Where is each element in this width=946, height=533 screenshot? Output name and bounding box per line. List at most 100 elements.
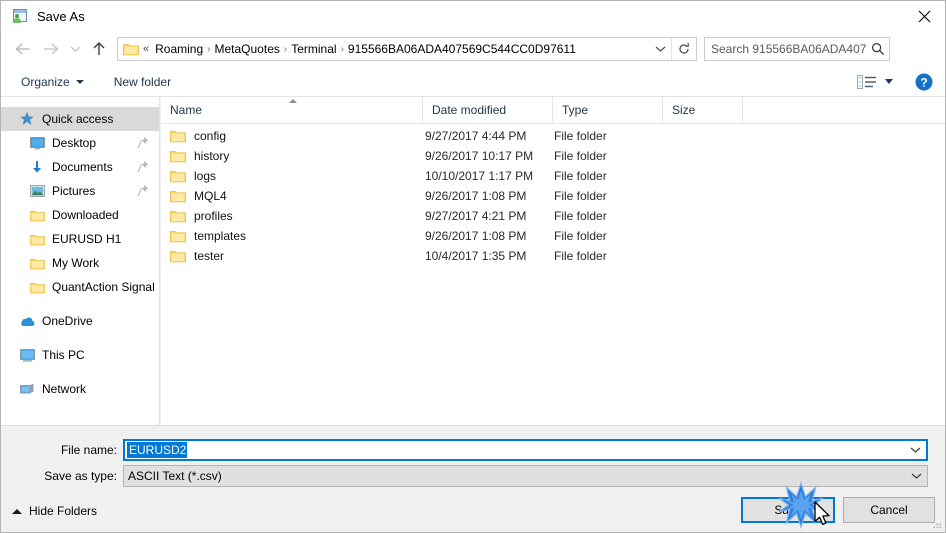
save-as-type-dropdown-button[interactable] [905, 466, 927, 486]
sidebar-item-downloaded[interactable]: Downloaded [1, 203, 159, 227]
table-row[interactable]: MQL4 9/26/2017 1:08 PM File folder [161, 186, 945, 206]
sidebar-item-my-work[interactable]: My Work [1, 251, 159, 275]
file-name-label: tester [194, 249, 225, 263]
sidebar-item-quantaction-signal[interactable]: QuantAction Signal [1, 275, 159, 299]
file-name-input[interactable]: EURUSD2 [123, 439, 928, 461]
file-name-cell: tester [161, 249, 423, 263]
save-button-label: Save [774, 503, 802, 517]
file-date-cell: 9/27/2017 4:44 PM [425, 129, 527, 143]
save-as-type-select[interactable]: ASCII Text (*.csv) [123, 465, 928, 487]
file-name-label: File name: [60, 443, 117, 457]
sidebar-item-network[interactable]: Network [1, 377, 159, 401]
pin-icon[interactable] [137, 136, 149, 149]
file-type-cell: File folder [554, 149, 607, 163]
refresh-icon [679, 43, 689, 54]
table-row[interactable]: tester 10/4/2017 1:35 PM File folder [161, 246, 945, 266]
close-icon [918, 10, 930, 22]
file-name-cell: templates [161, 229, 423, 243]
table-row[interactable]: templates 9/26/2017 1:08 PM File folder [161, 226, 945, 246]
command-bar-right: ? [857, 73, 933, 91]
file-date-cell: 10/4/2017 1:35 PM [425, 249, 527, 263]
sidebar-item-label: This PC [42, 348, 85, 362]
refresh-button[interactable] [671, 38, 696, 60]
folder-icon [170, 151, 186, 163]
sidebar-item-pictures[interactable]: Pictures [1, 179, 159, 203]
up-arrow-icon [93, 42, 105, 55]
folder-icon [170, 171, 186, 183]
breadcrumb-roaming[interactable]: Roaming [152, 42, 206, 56]
breadcrumb-terminal[interactable]: Terminal [288, 42, 339, 56]
search-box[interactable]: Search 915566BA06ADA40756... [704, 37, 890, 61]
desktop-icon [29, 135, 45, 151]
save-as-dialog: Save As « Roaming › MetaQuotes › Termina… [0, 0, 946, 533]
address-prefix: « [143, 43, 150, 55]
back-button[interactable] [9, 35, 37, 63]
sidebar-item-this-pc[interactable]: This PC [1, 343, 159, 367]
column-header-date-modified[interactable]: Date modified [423, 97, 553, 123]
sidebar-item-label: Network [42, 382, 87, 396]
breadcrumb-terminal-id[interactable]: 915566BA06ADA407569C544CC0D97611 [345, 42, 579, 56]
sidebar-item-eurusd-h1[interactable]: EURUSD H1 [1, 227, 159, 251]
address-dropdown-button[interactable] [649, 38, 671, 60]
table-row[interactable]: history 9/26/2017 10:17 PM File folder [161, 146, 945, 166]
folder-icon [29, 231, 45, 247]
resize-grip-icon[interactable] [931, 518, 943, 530]
sidebar-item-documents[interactable]: Documents [1, 155, 159, 179]
sidebar-item-onedrive[interactable]: OneDrive [1, 309, 159, 333]
command-bar: Organize New folder ? [1, 67, 945, 97]
sidebar-item-quick-access[interactable]: Quick access [1, 107, 159, 131]
column-header-name[interactable]: Name [161, 97, 423, 123]
file-name-cell: logs [161, 169, 423, 183]
hide-folders-button[interactable]: Hide Folders [12, 504, 97, 518]
new-folder-button[interactable]: New folder [108, 71, 177, 93]
save-button[interactable]: Save [741, 497, 835, 523]
address-bar[interactable]: « Roaming › MetaQuotes › Terminal › 9155… [117, 37, 697, 61]
search-input[interactable]: Search 915566BA06ADA40756... [705, 42, 867, 56]
folder-icon [29, 279, 45, 295]
column-header-type[interactable]: Type [553, 97, 663, 123]
file-name-label: logs [194, 169, 217, 183]
table-row[interactable]: config 9/27/2017 4:44 PM File folder [161, 126, 945, 146]
chevron-down-icon [911, 473, 921, 479]
file-date-cell: 9/26/2017 1:08 PM [425, 189, 527, 203]
up-button[interactable] [85, 35, 113, 63]
cancel-button[interactable]: Cancel [843, 497, 935, 523]
column-header-size[interactable]: Size [663, 97, 743, 123]
file-name-cell: config [161, 129, 423, 143]
close-button[interactable] [901, 1, 945, 31]
save-as-icon [12, 8, 28, 24]
breadcrumb-metaquotes[interactable]: MetaQuotes [212, 42, 283, 56]
file-name-value[interactable]: EURUSD2 [127, 442, 188, 458]
help-icon[interactable]: ? [915, 73, 933, 91]
pin-icon[interactable] [137, 184, 149, 197]
column-header-date-label: Date modified [432, 103, 507, 117]
table-row[interactable]: profiles 9/27/2017 4:21 PM File folder [161, 206, 945, 226]
save-as-type-label: Save as type: [44, 469, 117, 483]
new-folder-label: New folder [113, 74, 172, 89]
pin-icon[interactable] [137, 160, 149, 173]
file-type-cell: File folder [554, 229, 607, 243]
sidebar-item-desktop[interactable]: Desktop [1, 131, 159, 155]
organize-button[interactable]: Organize [15, 71, 90, 93]
sidebar-item-label: Downloaded [52, 208, 119, 222]
folder-icon [170, 131, 186, 143]
file-name-row: File name: EURUSD2 [1, 439, 928, 461]
file-name-cell: MQL4 [161, 189, 423, 203]
file-name-dropdown-button[interactable] [904, 440, 926, 460]
dialog-footer: File name: EURUSD2 Save as type: ASCII T… [1, 425, 945, 532]
table-row[interactable]: logs 10/10/2017 1:17 PM File folder [161, 166, 945, 186]
onedrive-icon [19, 313, 35, 329]
recent-locations-button[interactable] [65, 35, 85, 63]
forward-button[interactable] [37, 35, 65, 63]
file-date-cell: 9/26/2017 10:17 PM [425, 149, 534, 163]
folder-icon [170, 231, 186, 243]
view-layout-icon[interactable] [857, 74, 877, 90]
chevron-up-icon [12, 508, 22, 514]
search-icon[interactable] [867, 38, 889, 60]
file-date-cell: 9/27/2017 4:21 PM [425, 209, 527, 223]
this-pc-icon [19, 347, 35, 363]
file-date-cell: 9/26/2017 1:08 PM [425, 229, 527, 243]
view-dropdown-caret-icon[interactable] [885, 79, 893, 84]
